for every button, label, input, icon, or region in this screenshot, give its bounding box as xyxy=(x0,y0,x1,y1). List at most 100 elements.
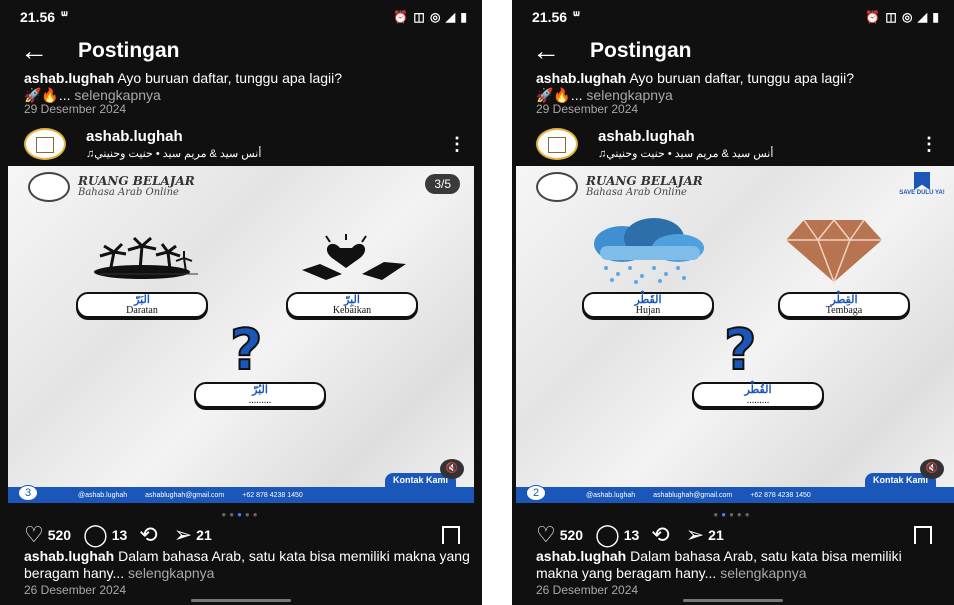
mute-icon[interactable]: 🔇 xyxy=(440,459,464,479)
home-indicator[interactable] xyxy=(683,599,783,602)
brand-logo: RUANG BELAJAR Bahasa Arab Online xyxy=(536,172,703,202)
action-bar: ♡ 520 ◯ 13 ⟲ ➢ 21 xyxy=(24,522,460,550)
rain-cloud-icon xyxy=(594,218,704,284)
status-bar: 21.56 ᐜ ⏰ ◫ ◎ ◢ ▮ xyxy=(20,6,468,28)
see-more-link[interactable]: selengkapnya xyxy=(74,87,160,103)
caption-emoji: 🚀🔥... xyxy=(24,87,75,103)
author-username[interactable]: ashab.lughah xyxy=(598,128,695,145)
email-address: ashablughah@gmail.com xyxy=(653,491,733,499)
word-card-1: القَطْر Hujan xyxy=(582,292,714,318)
brand-subtitle: Bahasa Arab Online xyxy=(78,187,179,198)
hands-heart-icon xyxy=(302,234,406,280)
more-options-icon[interactable]: ⋮ xyxy=(448,134,466,155)
music-label[interactable]: ♫أنس سيد & مريم سيد • حنيت وحنيني xyxy=(86,147,261,160)
post-footer: @ashab.lughah ashablughah@gmail.com +62 … xyxy=(8,487,474,503)
post-date: 29 Desember 2024 xyxy=(24,102,127,116)
question-mark-icon: ? xyxy=(723,317,758,384)
question-card: البُرّ ......... xyxy=(194,382,326,408)
see-more-link[interactable]: selengkapnya xyxy=(586,87,672,103)
brand-logo: RUANG BELAJAR Bahasa Arab Online xyxy=(28,172,195,202)
share-count: 21 xyxy=(196,527,212,543)
carousel-dots: ●●●●● xyxy=(713,510,753,519)
like-count: 520 xyxy=(559,527,584,543)
back-arrow-icon[interactable]: ← xyxy=(532,37,560,65)
see-more-link[interactable]: selengkapnya xyxy=(720,565,806,581)
status-time: 21.56 xyxy=(20,9,56,25)
caption-text: Ayo buruan daftar, tunggu apa lagii? xyxy=(114,70,343,86)
brand-subtitle: Bahasa Arab Online xyxy=(586,187,687,198)
phone-number: +62 878 4238 1450 xyxy=(242,491,303,499)
word-meaning: ......... xyxy=(248,395,272,406)
like-count: 520 xyxy=(47,527,72,543)
post-image[interactable]: RUANG BELAJAR Bahasa Arab Online SAVE DU… xyxy=(516,166,954,503)
word-card-1: البَرّ Daratan xyxy=(76,292,208,318)
bookmark-icon[interactable] xyxy=(442,526,460,550)
share-button[interactable]: ➢ 21 xyxy=(174,522,212,548)
status-bar: 21.56 ᐜ ⏰ ◫ ◎ ◢ ▮ xyxy=(532,6,940,28)
like-button[interactable]: ♡ 520 xyxy=(536,522,583,548)
back-arrow-icon[interactable]: ← xyxy=(20,37,48,65)
brand-title: RUANG BELAJAR xyxy=(78,174,195,188)
save-badge: SAVE DULU YA! xyxy=(898,172,946,196)
page-title: Postingan xyxy=(78,39,180,62)
home-indicator[interactable] xyxy=(191,599,291,602)
brand-title: RUANG BELAJAR xyxy=(586,174,703,188)
notification-icon: ᐜ xyxy=(61,8,68,25)
word-meaning: Hujan xyxy=(635,305,661,316)
word-card-2: البِرّ Kebaikan xyxy=(286,292,418,318)
caption-username[interactable]: ashab.lughah xyxy=(536,70,626,86)
email-address: ashablughah@gmail.com xyxy=(145,491,225,499)
share-button[interactable]: ➢ 21 xyxy=(686,522,724,548)
post-date: 26 Desember 2024 xyxy=(536,583,639,597)
comment-button[interactable]: ◯ 13 xyxy=(595,522,639,548)
author-username[interactable]: ashab.lughah xyxy=(86,128,183,145)
page-title: Postingan xyxy=(590,39,692,62)
top-bar: ← Postingan xyxy=(532,36,692,66)
phone-screen-left: 21.56 ᐜ ⏰ ◫ ◎ ◢ ▮ ← Postingan ashab.lugh… xyxy=(0,0,482,605)
slide-number: 2 xyxy=(526,485,546,501)
bookmark-icon[interactable] xyxy=(914,526,932,550)
more-options-icon[interactable]: ⋮ xyxy=(920,134,938,155)
caption-emoji: 🚀🔥... xyxy=(536,87,587,103)
bookmark-ribbon-icon xyxy=(914,172,930,190)
comment-count: 13 xyxy=(111,527,128,543)
see-more-link[interactable]: selengkapnya xyxy=(128,565,214,581)
post-author-row: ashab.lughah ♫أنس سيد & مريم سيد • حنيت … xyxy=(24,128,466,162)
word-meaning: Tembaga xyxy=(825,305,863,316)
status-time: 21.56 xyxy=(532,9,568,25)
avatar[interactable] xyxy=(536,128,578,160)
slide-number: 3 xyxy=(18,485,38,501)
brand-logo-icon xyxy=(28,172,70,202)
mute-icon[interactable]: 🔇 xyxy=(920,459,944,479)
caption-text: Ayo buruan daftar, tunggu apa lagii? xyxy=(626,70,855,86)
post-author-row: ashab.lughah ♫أنس سيد & مريم سيد • حنيت … xyxy=(536,128,938,162)
avatar[interactable] xyxy=(24,128,66,160)
word-meaning: Daratan xyxy=(126,305,158,316)
repost-button[interactable]: ⟲ xyxy=(139,522,161,548)
instagram-handle: @ashab.lughah xyxy=(78,491,128,499)
diamond-icon xyxy=(786,218,882,284)
instagram-handle: @ashab.lughah xyxy=(586,491,636,499)
status-icons: ⏰ ◫ ◎ ◢ ▮ xyxy=(865,10,940,24)
top-bar: ← Postingan xyxy=(20,36,180,66)
comment-icon: ◯ xyxy=(595,522,620,547)
heart-icon: ♡ xyxy=(536,522,556,547)
caption-username[interactable]: ashab.lughah xyxy=(24,548,114,564)
status-icons: ⏰ ◫ ◎ ◢ ▮ xyxy=(393,10,468,24)
phone-screen-right: 21.56 ᐜ ⏰ ◫ ◎ ◢ ▮ ← Postingan ashab.lugh… xyxy=(512,0,954,605)
heart-icon: ♡ xyxy=(24,522,44,547)
caption-username[interactable]: ashab.lughah xyxy=(536,548,626,564)
comment-button[interactable]: ◯ 13 xyxy=(83,522,127,548)
comment-icon: ◯ xyxy=(83,522,108,547)
send-icon: ➢ xyxy=(173,522,193,547)
post-image[interactable]: RUANG BELAJAR Bahasa Arab Online 3/5 الب… xyxy=(8,166,474,503)
post-footer: @ashab.lughah ashablughah@gmail.com +62 … xyxy=(516,487,954,503)
music-label[interactable]: ♫أنس سيد & مريم سيد • حنيت وحنيني xyxy=(598,147,773,160)
post-caption: ashab.lughah Dalam bahasa Arab, satu kat… xyxy=(24,548,472,582)
repost-button[interactable]: ⟲ xyxy=(651,522,673,548)
post-date: 29 Desember 2024 xyxy=(536,102,639,116)
send-icon: ➢ xyxy=(685,522,705,547)
caption-username[interactable]: ashab.lughah xyxy=(24,70,114,86)
like-button[interactable]: ♡ 520 xyxy=(24,522,71,548)
notification-icon: ᐜ xyxy=(573,8,580,25)
